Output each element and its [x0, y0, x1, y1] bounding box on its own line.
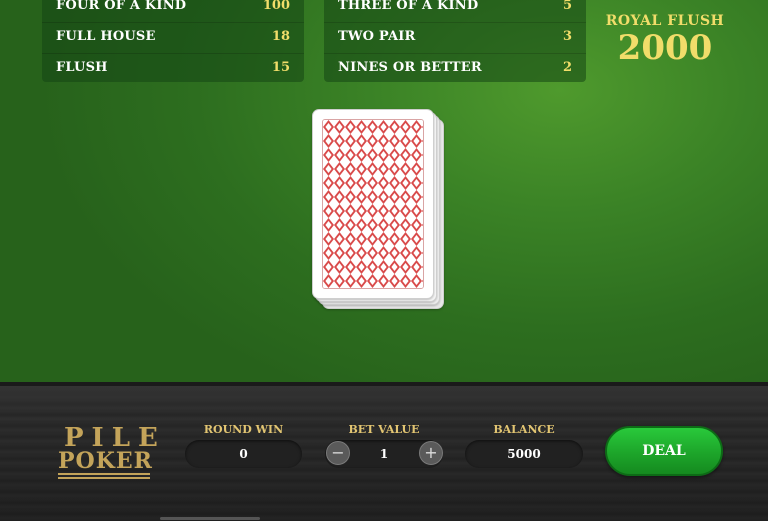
card-deck[interactable]: [312, 109, 444, 309]
paytable-row: THREE OF A KIND 5: [324, 0, 586, 19]
bet-decrease-button[interactable]: −: [326, 441, 350, 465]
bet-value-label: BET VALUE: [348, 423, 420, 436]
logo-line-2: POKER: [58, 448, 153, 475]
royal-flush-value: 2000: [617, 28, 713, 68]
pile-poker-logo: PILE POKER: [58, 423, 166, 479]
hand-payout: 18: [271, 29, 290, 44]
hand-name: FLUSH: [56, 60, 108, 75]
hand-name: TWO PAIR: [338, 29, 416, 44]
hand-payout: 2: [562, 60, 572, 75]
hand-payout: 5: [562, 0, 572, 13]
paytable-row: TWO PAIR 3: [324, 22, 586, 50]
card-back-pattern-icon: [322, 119, 424, 289]
paytable-row: FULL HOUSE 18: [42, 22, 304, 50]
balance-value: 5000: [465, 440, 583, 468]
paytable-left: FOUR OF A KIND 100 FULL HOUSE 18 FLUSH 1…: [42, 0, 304, 82]
royal-flush-label: ROYAL FLUSH: [605, 13, 725, 29]
paytable-right: THREE OF A KIND 5 TWO PAIR 3 NINES OR BE…: [324, 0, 586, 82]
logo-line-1: PILE: [64, 423, 166, 453]
hand-name: THREE OF A KIND: [338, 0, 479, 13]
hand-name: FULL HOUSE: [56, 29, 156, 44]
paytable-row: FLUSH 15: [42, 53, 304, 81]
scroll-indicator: [160, 517, 260, 520]
hand-payout: 3: [562, 29, 572, 44]
hand-payout: 100: [262, 0, 290, 13]
paytable-row: FOUR OF A KIND 100: [42, 0, 304, 19]
round-win-label: ROUND WIN: [203, 423, 284, 436]
round-win-value: 0: [185, 440, 302, 468]
hand-name: NINES OR BETTER: [338, 60, 482, 75]
royal-flush-jackpot: ROYAL FLUSH 2000: [604, 13, 726, 65]
hand-payout: 15: [271, 60, 290, 75]
deal-button[interactable]: DEAL: [605, 426, 723, 476]
balance-label: BALANCE: [493, 423, 555, 436]
card-back[interactable]: [312, 109, 434, 299]
paytable-row: NINES OR BETTER 2: [324, 53, 586, 81]
bet-increase-button[interactable]: +: [419, 441, 443, 465]
hand-name: FOUR OF A KIND: [56, 0, 187, 13]
